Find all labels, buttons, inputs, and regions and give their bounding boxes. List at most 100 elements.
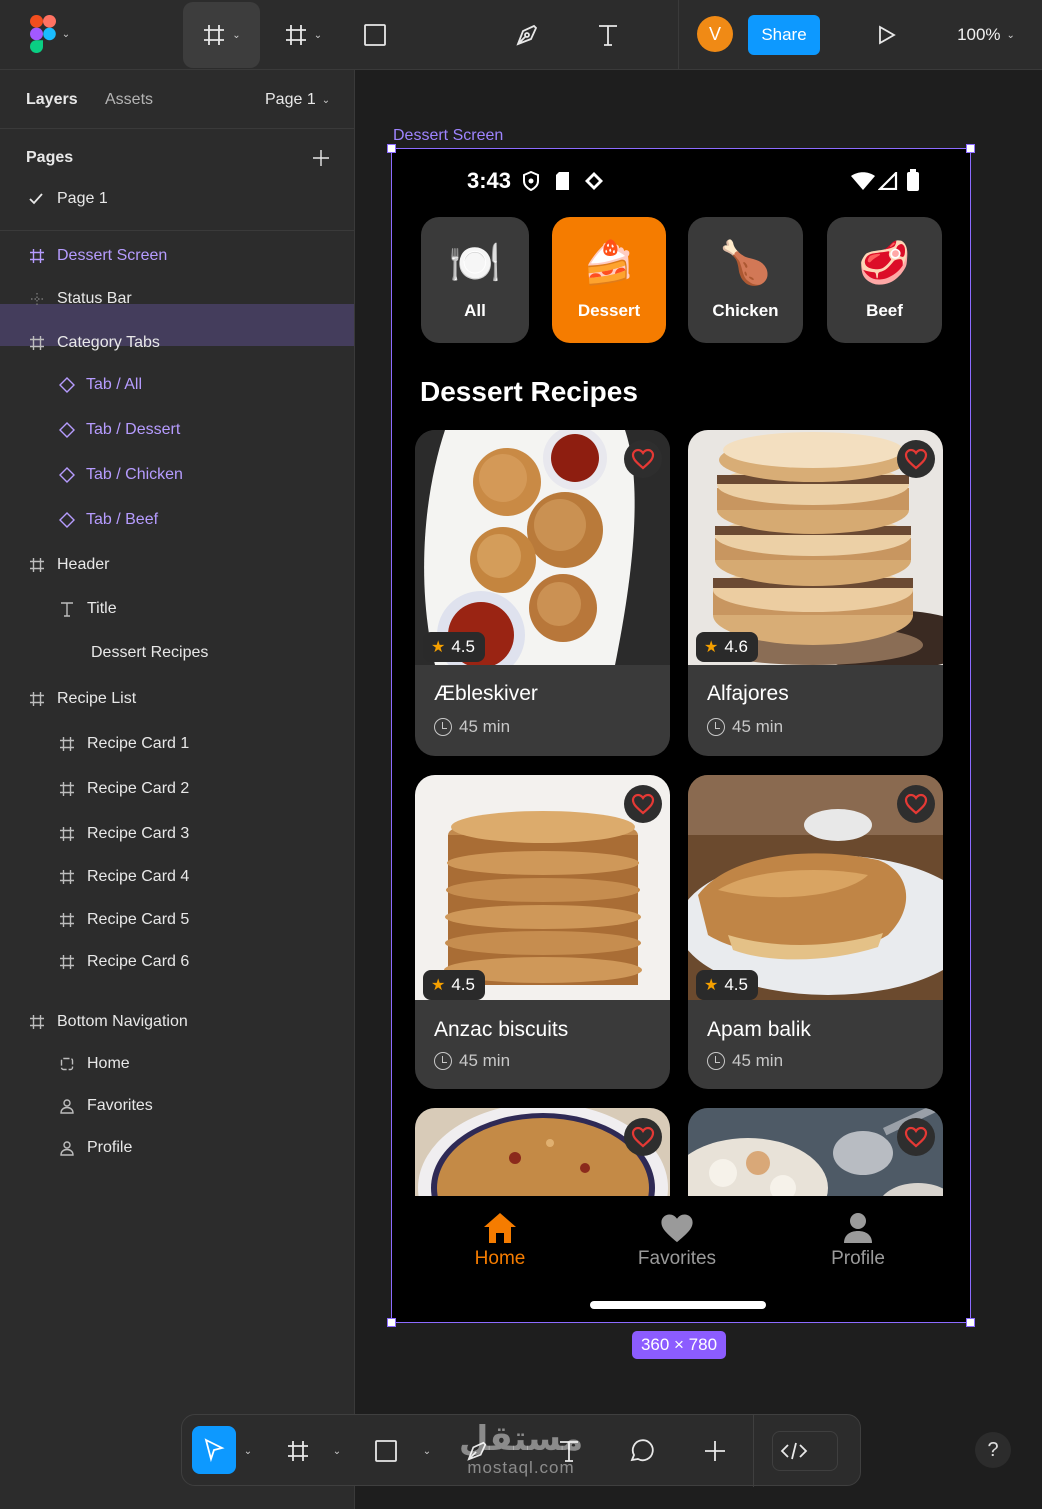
- shape-tool[interactable]: [366, 1429, 406, 1473]
- tab-layers[interactable]: Layers: [26, 91, 78, 109]
- rating-value: 4.5: [451, 975, 475, 994]
- layer-label: Category Tabs: [57, 334, 160, 351]
- move-tool-active[interactable]: [192, 1426, 236, 1474]
- nav-label: Home: [474, 1248, 526, 1269]
- code-icon: [780, 1442, 808, 1460]
- page-dropdown-label: Page 1: [265, 91, 316, 108]
- recipe-card[interactable]: ★ 4.5 Æbleskiver 45 min: [415, 430, 670, 756]
- chevron-down-icon[interactable]: ⌄: [419, 1441, 435, 1461]
- frame-tool-active[interactable]: ⌄: [183, 2, 260, 68]
- resize-handle[interactable]: [966, 144, 975, 153]
- favorite-button[interactable]: [897, 785, 935, 823]
- chevron-down-icon: ⌄: [313, 29, 323, 41]
- nav-label: Profile: [831, 1248, 885, 1269]
- frame-icon: [58, 780, 76, 798]
- tab-beef[interactable]: 🥩 Beef: [827, 217, 942, 343]
- frame-icon: [28, 556, 46, 574]
- layer-label: Tab / All: [86, 376, 143, 393]
- layer-label: Dessert Recipes: [91, 644, 209, 661]
- divider: [0, 128, 355, 129]
- frame-tool[interactable]: [278, 1429, 318, 1473]
- recipe-card[interactable]: ★ 4.5 Apam balik 45 min: [688, 775, 943, 1089]
- actions-tool[interactable]: [695, 1429, 735, 1473]
- star-icon: ★: [431, 977, 446, 994]
- comment-icon: [630, 1439, 654, 1462]
- chevron-down-icon: ⌄: [232, 29, 241, 41]
- layer-label: Home: [87, 1055, 130, 1072]
- star-icon: ★: [704, 977, 719, 994]
- add-page-button[interactable]: [311, 148, 331, 168]
- zoom-dropdown[interactable]: 100% ⌄: [946, 20, 1026, 50]
- layer-label: Title: [87, 600, 117, 617]
- chevron-down-icon[interactable]: ⌄: [329, 1441, 345, 1461]
- resize-handle[interactable]: [387, 1318, 396, 1327]
- page-dropdown[interactable]: Page 1 ⌄: [265, 91, 330, 109]
- heart-outline-icon: [631, 793, 655, 815]
- resize-handle[interactable]: [966, 1318, 975, 1327]
- frame-name-label[interactable]: Dessert Screen: [393, 127, 503, 145]
- heart-icon: [661, 1214, 693, 1243]
- home-indicator: [590, 1301, 766, 1309]
- favorite-button[interactable]: [897, 1118, 935, 1156]
- dessert-screen-frame[interactable]: 3:43 🍽️ All 🍰 Dessert 🍗 Chicken 🥩 Beef D…: [391, 148, 971, 1323]
- recipe-name: Æbleskiver: [434, 682, 538, 705]
- shape-tool[interactable]: [355, 15, 395, 55]
- favorite-button[interactable]: [897, 440, 935, 478]
- dev-mode-toggle[interactable]: [772, 1431, 838, 1471]
- favorite-button[interactable]: [624, 1118, 662, 1156]
- frame-icon: [28, 247, 46, 265]
- watermark-latin: mostaql.com: [467, 1458, 575, 1477]
- present-button[interactable]: [866, 15, 906, 55]
- nav-profile[interactable]: Profile: [778, 1212, 938, 1270]
- heart-outline-icon: [904, 793, 928, 815]
- battery-icon: [907, 169, 919, 191]
- component-instance-icon: [58, 376, 76, 394]
- rectangle-icon: [375, 1440, 397, 1462]
- cake-icon: 🍰: [582, 239, 636, 286]
- section-title: Dessert Recipes: [420, 376, 638, 407]
- heart-outline-icon: [904, 448, 928, 470]
- resize-handle[interactable]: [387, 144, 396, 153]
- checkmark-icon: [27, 190, 45, 208]
- comment-tool[interactable]: [622, 1429, 662, 1473]
- section-tool[interactable]: ⌄: [272, 15, 334, 55]
- nav-favorites[interactable]: Favorites: [597, 1212, 757, 1270]
- favorite-button[interactable]: [624, 785, 662, 823]
- frame-icon: [58, 825, 76, 843]
- figma-logo-icon: [29, 15, 56, 53]
- user-avatar[interactable]: V: [697, 16, 733, 52]
- duration-value: 45 min: [732, 1051, 784, 1070]
- main-menu-button[interactable]: ⌄: [22, 14, 78, 54]
- layer-label: Dessert Screen: [57, 247, 168, 264]
- recipe-name: Apam balik: [707, 1018, 811, 1041]
- tab-assets[interactable]: Assets: [105, 91, 153, 109]
- recipe-card[interactable]: ★ 4.5 Anzac biscuits 45 min: [415, 775, 670, 1089]
- rating-value: 4.5: [724, 975, 748, 994]
- plus-icon: [313, 150, 329, 166]
- share-button[interactable]: Share: [748, 15, 820, 55]
- chevron-down-icon[interactable]: ⌄: [240, 1441, 256, 1461]
- recipe-duration: 45 min: [707, 717, 783, 737]
- tab-chicken[interactable]: 🍗 Chicken: [688, 217, 803, 343]
- diamond-icon: [585, 172, 603, 190]
- rating-badge: ★ 4.6: [696, 632, 758, 662]
- tab-label: Dessert: [577, 301, 641, 320]
- pen-tool[interactable]: [507, 15, 547, 55]
- recipe-duration: 45 min: [434, 1051, 510, 1071]
- text-tool[interactable]: [588, 15, 628, 55]
- recipe-duration: 45 min: [707, 1051, 783, 1071]
- tab-all[interactable]: 🍽️ All: [421, 217, 529, 343]
- layer-label: Recipe List: [57, 690, 137, 707]
- layer-label: Header: [57, 556, 110, 573]
- recipe-card[interactable]: ★ 4.6 Alfajores 45 min: [688, 430, 943, 756]
- plus-icon: [705, 1441, 725, 1461]
- nav-home[interactable]: Home: [420, 1212, 580, 1270]
- help-button[interactable]: ?: [975, 1432, 1011, 1468]
- dimensions-badge: 360 × 780: [632, 1331, 726, 1359]
- component-instance-icon: [58, 511, 76, 529]
- star-icon: ★: [431, 639, 446, 656]
- duration-value: 45 min: [459, 1051, 511, 1070]
- favorite-button[interactable]: [624, 440, 662, 478]
- tab-dessert[interactable]: 🍰 Dessert: [552, 217, 666, 343]
- layer-selection-highlight: [0, 304, 354, 346]
